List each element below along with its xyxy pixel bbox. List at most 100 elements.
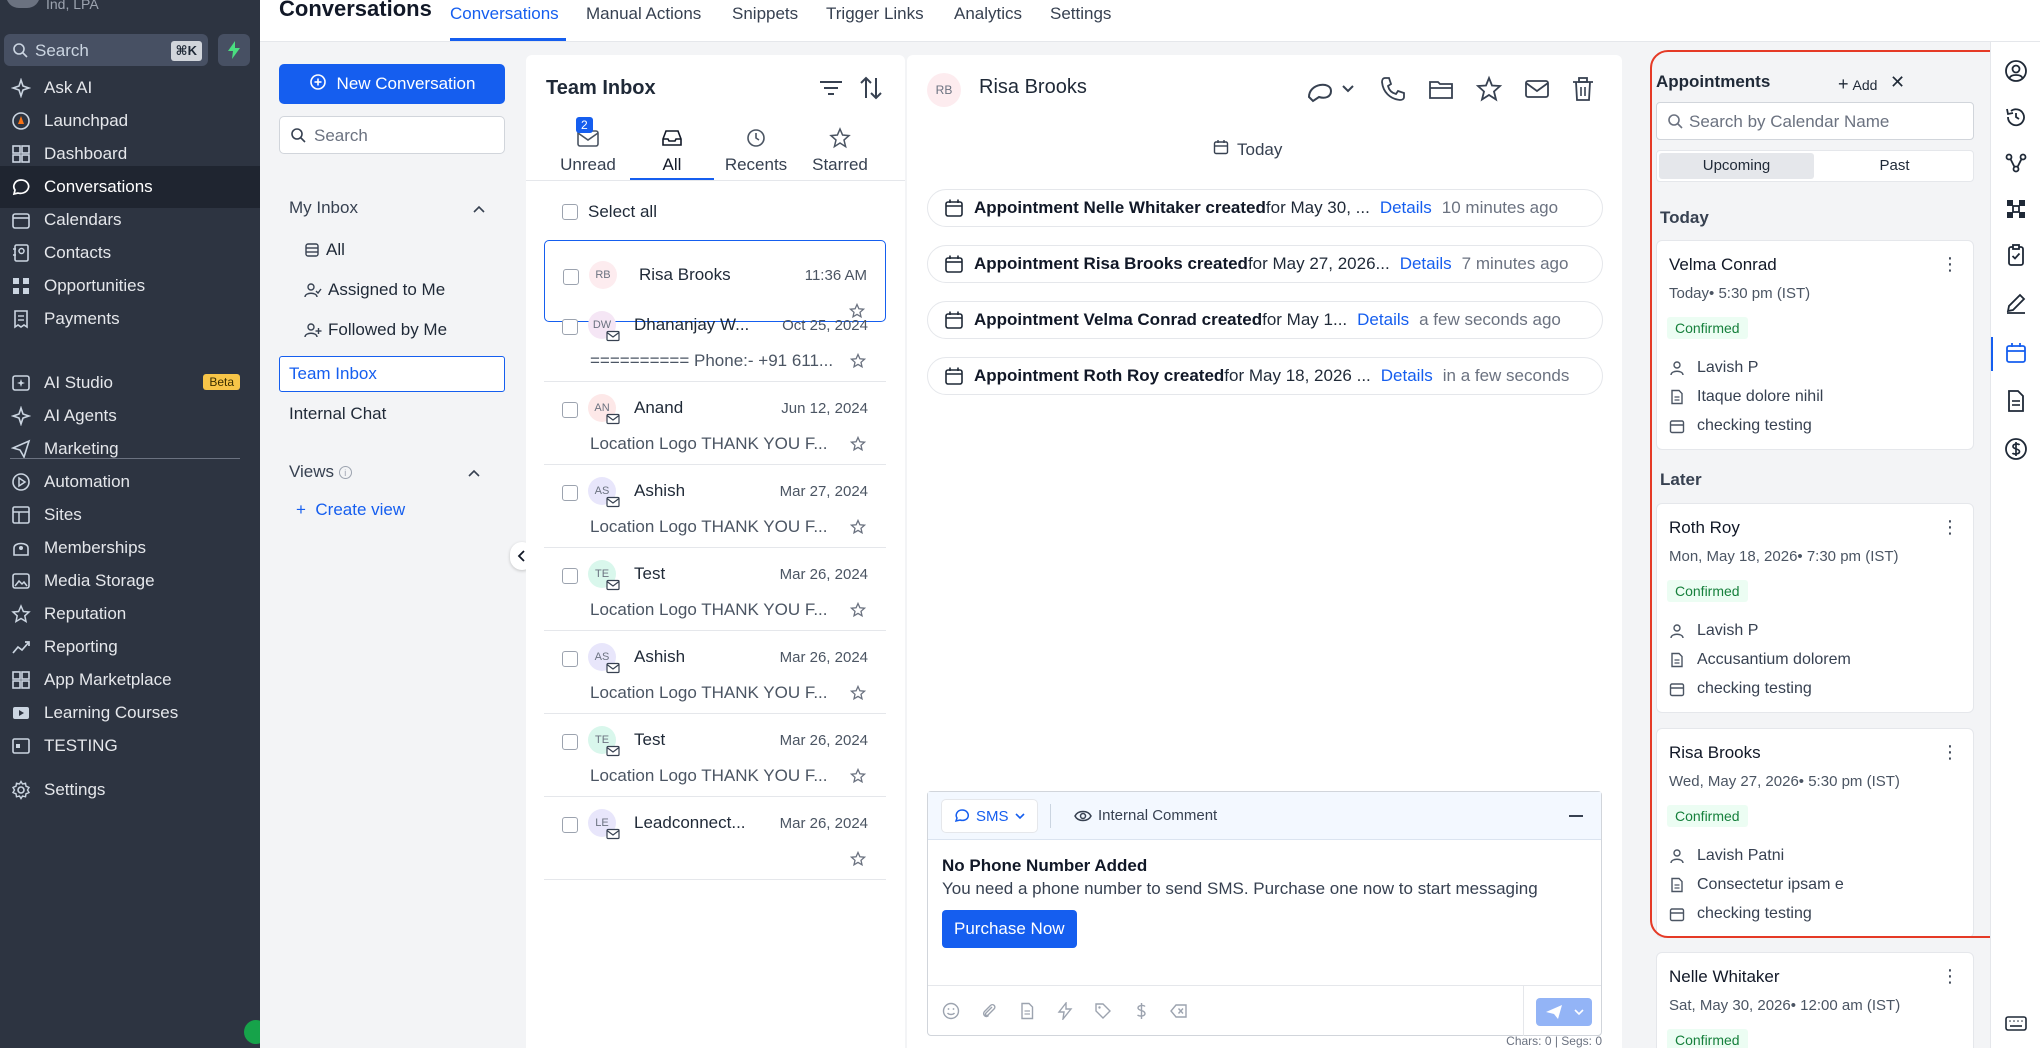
channel-select-sms[interactable]: SMS xyxy=(942,800,1037,832)
star-icon[interactable] xyxy=(849,352,867,374)
more-options-icon[interactable]: ⋮ xyxy=(1941,518,1959,536)
row-checkbox[interactable] xyxy=(563,269,579,285)
purchase-now-button[interactable]: Purchase Now xyxy=(942,910,1077,948)
tag-icon[interactable] xyxy=(1094,1002,1112,1020)
inbox-followed[interactable]: Followed by Me xyxy=(304,320,447,340)
opportunities-icon[interactable] xyxy=(2003,196,2029,222)
document-icon[interactable] xyxy=(1018,1002,1036,1020)
conversation-row[interactable]: AS Ashish Mar 27, 2024 Location Logo THANK … xyxy=(544,465,886,548)
event-details-link[interactable]: Details xyxy=(1380,198,1432,218)
inbox-assigned[interactable]: Assigned to Me xyxy=(304,280,445,300)
conversation-row[interactable]: AN Anand Jun 12, 2024 Location Logo THANK Y… xyxy=(544,382,886,465)
new-conversation-button[interactable]: New Conversation xyxy=(279,64,505,104)
workflow-icon[interactable] xyxy=(2003,150,2029,176)
star-icon[interactable] xyxy=(849,435,867,457)
pen-icon[interactable] xyxy=(2003,290,2029,316)
checkbox[interactable] xyxy=(562,204,578,220)
assign-icon[interactable] xyxy=(1305,75,1355,103)
row-checkbox[interactable] xyxy=(562,734,578,750)
contact-icon[interactable] xyxy=(2003,58,2029,84)
row-checkbox[interactable] xyxy=(562,568,578,584)
appointment-card[interactable]: Nelle Whitaker ⋮ Sat, May 30, 2026• 12:00 … xyxy=(1656,952,1974,1048)
segment-past[interactable]: Past xyxy=(1817,153,1972,179)
star-icon[interactable] xyxy=(1475,75,1503,103)
mail-icon[interactable] xyxy=(1523,75,1551,103)
sort-icon[interactable] xyxy=(858,75,884,101)
appointment-card[interactable]: Velma Conrad ⋮ Today• 5:30 pm (IST) Confirm… xyxy=(1656,240,1974,450)
more-options-icon[interactable]: ⋮ xyxy=(1941,967,1959,985)
appointment-card[interactable]: Roth Roy ⋮ Mon, May 18, 2026• 7:30 pm (IST… xyxy=(1656,503,1974,713)
sidebar-item-testing[interactable]: TESTING xyxy=(0,725,260,767)
star-icon[interactable] xyxy=(849,518,867,540)
appointment-card[interactable]: Risa Brooks ⋮ Wed, May 27, 2026• 5:30 pm (… xyxy=(1656,728,1974,938)
row-checkbox[interactable] xyxy=(562,319,578,335)
create-view-link[interactable]: + Create view xyxy=(296,500,405,520)
document-icon[interactable] xyxy=(2003,388,2029,414)
event-details-link[interactable]: Details xyxy=(1381,366,1433,386)
folder-icon[interactable] xyxy=(1427,75,1455,103)
internal-chat[interactable]: Internal Chat xyxy=(289,404,386,424)
bolt-icon[interactable] xyxy=(1056,1002,1074,1020)
emoji-icon[interactable] xyxy=(942,1002,960,1020)
select-all-checkbox[interactable]: Select all xyxy=(562,202,657,222)
location-switcher[interactable]: Ind, LPA xyxy=(0,0,260,12)
calendar-icon[interactable] xyxy=(2003,340,2029,366)
send-button[interactable] xyxy=(1536,998,1592,1026)
event-details-link[interactable]: Details xyxy=(1400,254,1452,274)
tab-recents[interactable]: Recents xyxy=(714,125,798,180)
tab-trigger-links[interactable]: Trigger Links xyxy=(826,4,924,24)
conversation-row[interactable]: DW Dhananjay W... Oct 25, 2024 ========== P… xyxy=(544,299,886,382)
conversation-row[interactable]: TE Test Mar 26, 2024 Location Logo THANK YO… xyxy=(544,714,886,797)
tasks-icon[interactable] xyxy=(2003,242,2029,268)
tab-analytics[interactable]: Analytics xyxy=(954,4,1022,24)
event-details-link[interactable]: Details xyxy=(1357,310,1409,330)
inbox-search-input[interactable]: Search xyxy=(279,116,505,154)
contact-avatar[interactable]: RB xyxy=(927,73,961,107)
close-icon[interactable]: ✕ xyxy=(1890,72,1905,93)
conversation-row[interactable]: TE Test Mar 26, 2024 Location Logo THANK YO… xyxy=(544,548,886,631)
attachment-icon[interactable] xyxy=(980,1002,998,1020)
minimize-icon[interactable] xyxy=(1569,815,1583,817)
views-header[interactable]: Views i xyxy=(289,462,352,482)
sidebar-search[interactable]: Search ⌘K xyxy=(4,34,208,66)
star-icon[interactable] xyxy=(849,601,867,623)
calendar-search-input[interactable]: Search by Calendar Name xyxy=(1656,102,1974,140)
chevron-up-icon[interactable] xyxy=(472,202,486,216)
internal-comment-tab[interactable]: Internal Comment xyxy=(1074,807,1217,824)
conversation-row[interactable]: LE Leadconnect... Mar 26, 2024 xyxy=(544,797,886,880)
tab-manual-actions[interactable]: Manual Actions xyxy=(586,4,701,24)
chevron-up-icon[interactable] xyxy=(467,466,481,480)
more-options-icon[interactable]: ⋮ xyxy=(1941,255,1959,273)
clear-icon[interactable] xyxy=(1170,1002,1188,1020)
star-icon[interactable] xyxy=(849,684,867,706)
my-inbox-header[interactable]: My Inbox xyxy=(289,198,358,218)
row-checkbox[interactable] xyxy=(562,651,578,667)
row-checkbox[interactable] xyxy=(562,817,578,833)
phone-icon[interactable] xyxy=(1379,75,1407,103)
star-icon[interactable] xyxy=(849,767,867,789)
payment-icon[interactable] xyxy=(2003,436,2029,462)
tab-settings[interactable]: Settings xyxy=(1050,4,1111,24)
sidebar-item-payments[interactable]: Payments xyxy=(0,298,260,340)
dollar-icon[interactable] xyxy=(1132,1002,1150,1020)
tab-unread[interactable]: Unread xyxy=(546,125,630,180)
segment-upcoming[interactable]: Upcoming xyxy=(1659,153,1814,179)
inbox-all[interactable]: All xyxy=(304,240,345,260)
history-icon[interactable] xyxy=(2003,104,2029,130)
add-appointment-button[interactable]: + Add xyxy=(1838,74,1877,95)
sidebar-item-settings[interactable]: Settings xyxy=(0,769,260,811)
star-icon[interactable] xyxy=(849,850,867,872)
contact-name[interactable]: Risa Brooks xyxy=(979,76,1087,99)
trash-icon[interactable] xyxy=(1569,75,1597,103)
row-checkbox[interactable] xyxy=(562,485,578,501)
conversation-row[interactable]: AS Ashish Mar 26, 2024 Location Logo THANK … xyxy=(544,631,886,714)
filter-icon[interactable] xyxy=(818,77,844,99)
more-options-icon[interactable]: ⋮ xyxy=(1941,743,1959,761)
tab-starred[interactable]: Starred xyxy=(798,125,882,180)
quick-actions-button[interactable] xyxy=(218,34,250,66)
inbox-team[interactable]: Team Inbox xyxy=(279,356,505,392)
tab-snippets[interactable]: Snippets xyxy=(732,4,798,24)
row-checkbox[interactable] xyxy=(562,402,578,418)
tab-all[interactable]: All xyxy=(630,125,714,180)
tab-conversations[interactable]: Conversations xyxy=(450,4,559,24)
